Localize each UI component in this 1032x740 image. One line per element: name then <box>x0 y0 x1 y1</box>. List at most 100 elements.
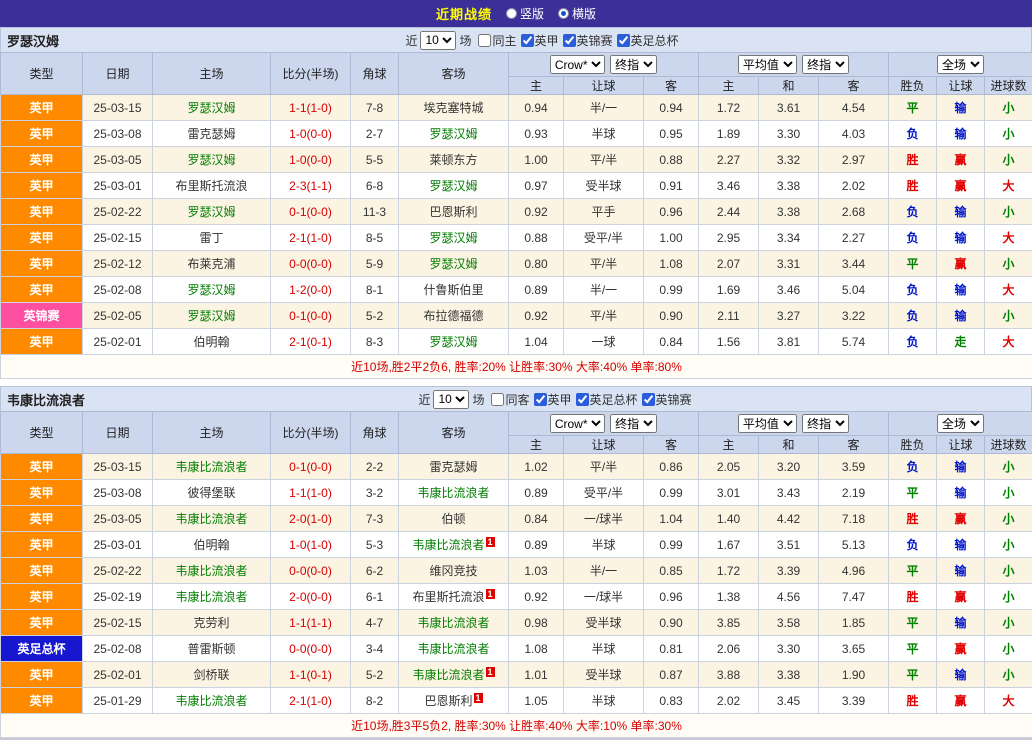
result-goals: 小 <box>985 95 1032 121</box>
result-goals: 小 <box>985 251 1032 277</box>
filter-near-label: 近 <box>418 391 430 408</box>
result-goals: 小 <box>985 610 1032 636</box>
match-count-select[interactable]: 10 <box>433 390 469 409</box>
away-team-name: 什鲁斯伯里 <box>423 283 483 297</box>
home-team-name: 韦康比流浪者 <box>175 512 247 526</box>
asian-handicap: 半球 <box>564 688 644 714</box>
filter-checkbox-1[interactable]: 英甲 <box>534 391 572 408</box>
away-team-cell: 韦康比流浪者1 <box>399 532 509 558</box>
asian-home-odds: 0.93 <box>509 121 564 147</box>
filter-checkbox-2[interactable]: 英锦赛 <box>563 32 613 49</box>
avg-draw-odds: 3.38 <box>759 173 819 199</box>
corner-count: 6-8 <box>351 173 399 199</box>
result-handicap: 输 <box>937 121 985 147</box>
asian-handicap: 半球 <box>564 636 644 662</box>
league-type-badge: 英甲 <box>1 173 83 199</box>
away-team-name: 莱顿东方 <box>429 153 477 167</box>
result-goals: 小 <box>985 662 1032 688</box>
filter-games-label: 场 <box>472 391 484 408</box>
filter-checkbox-0[interactable]: 同客 <box>491 391 529 408</box>
home-team-cell: 韦康比流浪者 <box>153 558 271 584</box>
checkbox-input[interactable] <box>478 34 491 47</box>
away-team-name: 埃克塞特城 <box>423 101 483 115</box>
home-team-name: 罗瑟汉姆 <box>187 205 235 219</box>
asian-handicap: 平/半 <box>564 303 644 329</box>
match-date: 25-03-05 <box>83 506 153 532</box>
bookmaker-select[interactable]: Crow* <box>550 414 605 433</box>
result-handicap: 走 <box>937 329 985 355</box>
result-group-header: 全场 <box>889 412 1032 436</box>
europe-stage-select[interactable]: 终指 <box>802 414 849 433</box>
result-handicap: 输 <box>937 558 985 584</box>
league-type-badge: 英甲 <box>1 329 83 355</box>
scope-select[interactable]: 全场 <box>937 55 984 74</box>
asian-handicap: 半/一 <box>564 95 644 121</box>
away-team-cell: 韦康比流浪者1 <box>399 662 509 688</box>
average-select[interactable]: 平均值 <box>738 414 797 433</box>
home-team-name: 彼得堡联 <box>187 486 235 500</box>
subcol-result-goals: 进球数 <box>985 436 1032 454</box>
filter-checkboxes-0: 同主英甲英锦赛英足总杯 <box>478 32 678 49</box>
bookmaker-select[interactable]: Crow* <box>550 55 605 74</box>
match-row: 英甲25-03-15罗瑟汉姆1-1(1-0)7-8埃克塞特城0.94半/一0.9… <box>1 95 1032 121</box>
avg-away-odds: 4.03 <box>819 121 889 147</box>
match-count-select[interactable]: 10 <box>420 31 456 50</box>
radio-label-vertical: 竖版 <box>520 5 544 22</box>
checkbox-input[interactable] <box>576 393 589 406</box>
match-score: 1-2(0-0) <box>271 277 351 303</box>
checkbox-input[interactable] <box>642 393 655 406</box>
avg-away-odds: 2.19 <box>819 480 889 506</box>
section-header-0: 罗瑟汉姆 近 10 场 同主英甲英锦赛英足总杯 <box>0 27 1032 52</box>
match-row: 英甲25-03-01布里斯托流浪2-3(1-1)6-8罗瑟汉姆0.97受半球0.… <box>1 173 1032 199</box>
layout-option-horizontal[interactable]: 横版 <box>558 5 596 22</box>
result-goals: 小 <box>985 532 1032 558</box>
asian-away-odds: 0.81 <box>644 636 699 662</box>
col-away: 客场 <box>399 412 509 454</box>
result-wdl: 平 <box>889 480 937 506</box>
corner-count: 8-2 <box>351 688 399 714</box>
checkbox-label: 英锦赛 <box>656 391 692 408</box>
asian-handicap: 受半球 <box>564 173 644 199</box>
filter-checkbox-3[interactable]: 英锦赛 <box>642 391 692 408</box>
corner-count: 3-2 <box>351 480 399 506</box>
checkbox-input[interactable] <box>534 393 547 406</box>
result-wdl: 负 <box>889 121 937 147</box>
subcol-result-wdl: 胜负 <box>889 77 937 95</box>
asian-away-odds: 0.99 <box>644 277 699 303</box>
away-team-name: 韦康比流浪者 <box>417 486 489 500</box>
filter-checkbox-3[interactable]: 英足总杯 <box>617 32 679 49</box>
scope-select[interactable]: 全场 <box>937 414 984 433</box>
match-date: 25-02-15 <box>83 610 153 636</box>
match-date: 25-02-19 <box>83 584 153 610</box>
result-wdl: 负 <box>889 277 937 303</box>
asian-home-odds: 1.05 <box>509 688 564 714</box>
avg-away-odds: 5.13 <box>819 532 889 558</box>
checkbox-input[interactable] <box>563 34 576 47</box>
result-goals: 小 <box>985 199 1032 225</box>
subcol-result-handicap: 让球 <box>937 77 985 95</box>
subcol-result-handicap: 让球 <box>937 436 985 454</box>
result-goals: 大 <box>985 173 1032 199</box>
avg-draw-odds: 3.30 <box>759 121 819 147</box>
result-goals: 小 <box>985 454 1032 480</box>
filter-checkbox-2[interactable]: 英足总杯 <box>576 391 638 408</box>
asian-stage-select[interactable]: 终指 <box>610 55 657 74</box>
result-goals: 大 <box>985 688 1032 714</box>
col-home: 主场 <box>153 53 271 95</box>
checkbox-input[interactable] <box>617 34 630 47</box>
match-score: 0-0(0-0) <box>271 636 351 662</box>
filter-checkbox-0[interactable]: 同主 <box>478 32 516 49</box>
asian-away-odds: 0.91 <box>644 173 699 199</box>
checkbox-input[interactable] <box>521 34 534 47</box>
asian-away-odds: 0.88 <box>644 147 699 173</box>
avg-home-odds: 3.46 <box>699 173 759 199</box>
europe-stage-select[interactable]: 终指 <box>802 55 849 74</box>
result-goals: 小 <box>985 506 1032 532</box>
layout-option-vertical[interactable]: 竖版 <box>506 5 544 22</box>
avg-home-odds: 1.89 <box>699 121 759 147</box>
match-date: 25-03-05 <box>83 147 153 173</box>
average-select[interactable]: 平均值 <box>738 55 797 74</box>
asian-stage-select[interactable]: 终指 <box>610 414 657 433</box>
checkbox-input[interactable] <box>491 393 504 406</box>
filter-checkbox-1[interactable]: 英甲 <box>521 32 559 49</box>
